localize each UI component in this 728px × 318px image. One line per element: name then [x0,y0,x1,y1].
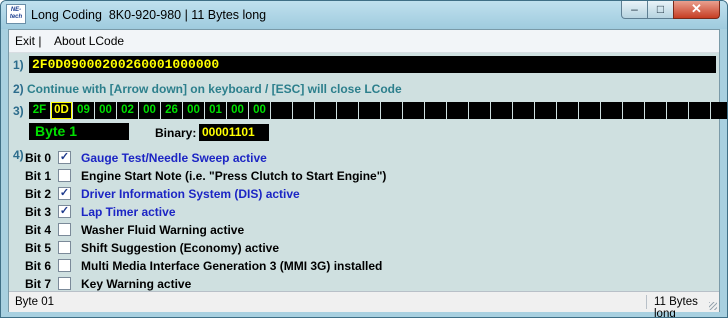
byte-cell[interactable] [645,102,666,119]
byte-cell[interactable] [337,102,358,119]
bit-checkbox[interactable] [58,169,71,182]
byte-cell[interactable]: 00 [249,102,270,119]
byte-cell[interactable] [469,102,490,119]
byte-cell[interactable] [601,102,622,119]
step-4-label: 4) [13,148,24,162]
maximize-button[interactable]: □ [647,1,674,19]
byte-cell[interactable] [557,102,578,119]
byte-cell[interactable]: 2F [29,102,50,119]
resize-grip-icon[interactable] [709,302,717,310]
step-3-label: 3) [13,104,24,118]
byte-cell[interactable] [425,102,446,119]
instruction-text: Continue with [Arrow down] on keyboard /… [27,82,402,96]
menu-exit[interactable]: Exit | [15,34,41,48]
bit-name: Bit 4 [25,223,52,237]
bit-checkbox[interactable]: ✓ [58,205,71,218]
byte-cell[interactable]: 26 [161,102,182,119]
byte-cell[interactable] [359,102,380,119]
bit-description[interactable]: Shift Suggestion (Economy) active [81,241,279,255]
byte-cell[interactable]: 09 [73,102,94,119]
coding-string-field[interactable]: 2F0D09000200260001000000 [29,56,716,73]
minimize-button[interactable]: – [621,1,648,19]
bit-checkbox[interactable]: ✓ [58,151,71,164]
byte-cell[interactable]: 00 [139,102,160,119]
status-bar: Byte 01 11 Bytes long [9,291,719,317]
bit-description[interactable]: Driver Information System (DIS) active [81,187,300,201]
byte-cell[interactable] [535,102,556,119]
byte-cell[interactable] [381,102,402,119]
byte-cell[interactable] [513,102,534,119]
bit-name: Bit 6 [25,259,52,273]
bit-description[interactable]: Multi Media Interface Generation 3 (MMI … [81,259,382,273]
bit-name: Bit 7 [25,277,52,291]
bit-description[interactable]: Washer Fluid Warning active [81,223,244,237]
bit-description[interactable]: Gauge Test/Needle Sweep active [81,151,267,165]
step-2-label: 2) [13,82,24,96]
bit-checkbox[interactable] [58,277,71,290]
byte-cell[interactable] [403,102,424,119]
byte-cell[interactable] [579,102,600,119]
bit-description[interactable]: Lap Timer active [81,205,176,219]
status-divider [646,295,647,309]
byte-cell[interactable]: 0D [51,102,72,119]
bit-name: Bit 2 [25,187,52,201]
status-byte: Byte 01 [15,296,54,308]
selected-byte-label: Byte 1 [29,123,129,140]
bit-checkbox[interactable] [58,223,71,236]
bit-name: Bit 5 [25,241,52,255]
byte-cell[interactable] [623,102,644,119]
bit-name: Bit 0 [25,151,52,165]
menu-about[interactable]: About LCode [54,34,124,48]
app-icon: NE-tech [6,4,26,24]
bit-checkbox[interactable]: ✓ [58,187,71,200]
byte-cell[interactable] [689,102,710,119]
bit-checkbox[interactable] [58,259,71,272]
byte-cell[interactable]: 02 [117,102,138,119]
bit-description[interactable]: Engine Start Note (i.e. "Press Clutch to… [81,169,386,183]
bit-checkbox[interactable] [58,241,71,254]
step-1-label: 1) [13,58,24,72]
close-button[interactable]: ✕ [673,1,720,19]
byte-cell[interactable]: 00 [183,102,204,119]
bit-name: Bit 3 [25,205,52,219]
byte-cell[interactable] [271,102,292,119]
byte-cell[interactable] [293,102,314,119]
title-bar[interactable]: NE-tech Long Coding 8K0-920-980 | 11 Byt… [1,1,727,29]
byte-cell[interactable]: 00 [227,102,248,119]
byte-cell[interactable]: 00 [95,102,116,119]
menu-bar: Exit | About LCode [9,30,719,53]
binary-label: Binary: [155,126,197,140]
byte-cell[interactable] [447,102,468,119]
client-area: Exit | About LCode 1) 2F0D09000200260001… [8,29,727,317]
byte-cell[interactable] [315,102,336,119]
bit-description[interactable]: Key Warning active [81,277,191,291]
byte-cell[interactable] [667,102,688,119]
lcode-window: NE-tech Long Coding 8K0-920-980 | 11 Byt… [0,0,728,318]
window-title: Long Coding 8K0-920-980 | 11 Bytes long [31,8,267,22]
byte-cell[interactable] [711,102,727,119]
byte-cell[interactable] [491,102,512,119]
byte-cell[interactable]: 01 [205,102,226,119]
binary-value: 00001101 [199,124,269,141]
bit-name: Bit 1 [25,169,52,183]
